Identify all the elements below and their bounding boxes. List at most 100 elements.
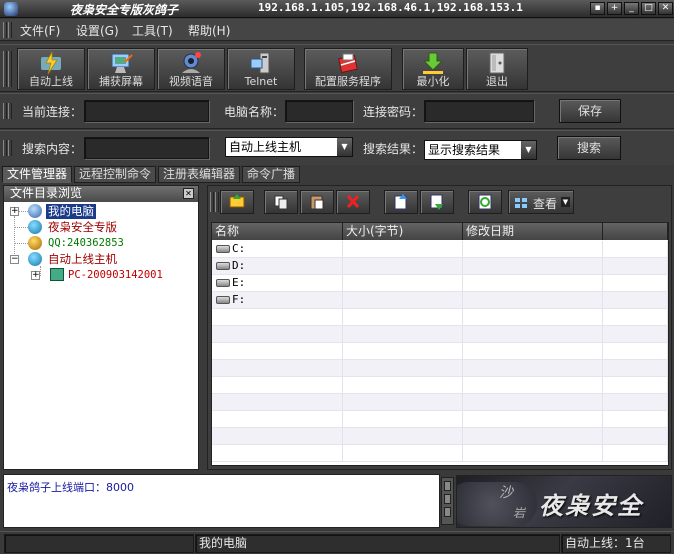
table-cell	[603, 411, 668, 428]
expand-toggle[interactable]: +	[10, 207, 19, 216]
window-menu-button[interactable]: ▪	[590, 2, 605, 15]
connection-grip	[3, 103, 7, 119]
search-scope-select[interactable]: 自动上线主机 ▼	[225, 137, 353, 157]
log-scrollbar[interactable]	[441, 477, 454, 525]
brand-logo: 沙 岩 夜枭安全	[456, 475, 672, 528]
pc-name-label: 电脑名称：	[224, 105, 285, 119]
globe-icon	[28, 252, 42, 266]
table-cell	[463, 326, 603, 343]
refresh-button[interactable]	[468, 190, 502, 214]
table-row[interactable]: D:	[212, 258, 668, 275]
tree-node-my-computer[interactable]: 我的电脑	[46, 204, 96, 219]
file-toolbar-grip	[210, 192, 214, 212]
table-row[interactable]	[212, 428, 668, 445]
table-cell	[603, 275, 668, 292]
chevron-down-icon[interactable]: ▼	[521, 141, 536, 159]
table-row[interactable]	[212, 377, 668, 394]
tab-command-broadcast[interactable]: 命令广播	[242, 166, 301, 183]
search-content-input[interactable]	[84, 137, 209, 159]
capture-screen-button[interactable]: 捕获屏幕	[87, 48, 155, 90]
menu-settings[interactable]: 设置(G)	[76, 22, 119, 39]
menu-tools[interactable]: 工具(T)	[132, 22, 173, 39]
menu-help[interactable]: 帮助(H)	[188, 22, 230, 39]
copy-button[interactable]	[264, 190, 298, 214]
table-cell	[212, 326, 343, 343]
search-result-select[interactable]: 显示搜索结果 ▼	[424, 140, 537, 160]
tab-registry-editor[interactable]: 注册表编辑器	[158, 166, 241, 183]
maximize-button[interactable]: □	[641, 2, 656, 15]
tree-node-pc[interactable]: PC-200903142001	[68, 268, 163, 283]
table-row[interactable]	[212, 360, 668, 377]
table-row[interactable]	[212, 309, 668, 326]
minimize-button[interactable]: _	[624, 2, 639, 15]
pc-name-field[interactable]	[285, 100, 353, 122]
table-row[interactable]: E:	[212, 275, 668, 292]
table-cell	[212, 343, 343, 360]
download-button[interactable]	[420, 190, 454, 214]
minimize-label: 最小化	[416, 75, 450, 88]
upload-button[interactable]	[384, 190, 418, 214]
delete-button[interactable]	[336, 190, 370, 214]
save-button[interactable]: 保存	[559, 99, 621, 123]
config-service-button[interactable]: 配置服务程序	[304, 48, 392, 90]
minimize-app-button[interactable]: 最小化	[402, 48, 464, 90]
search-bar: 搜索内容： 自动上线主机 ▼ 搜索结果： 显示搜索结果 ▼ 搜索	[0, 130, 674, 166]
table-cell	[343, 326, 463, 343]
up-folder-button[interactable]	[220, 190, 254, 214]
column-header-size[interactable]: 大小(字节)	[343, 223, 463, 240]
globe-icon	[28, 220, 42, 234]
table-cell	[343, 258, 463, 275]
view-menu-button[interactable]: 查看 ▼	[508, 190, 574, 214]
table-cell	[603, 258, 668, 275]
table-cell	[603, 326, 668, 343]
column-header-extra[interactable]	[603, 223, 668, 240]
chevron-down-icon[interactable]: ▼	[337, 138, 352, 156]
tree-node-qq[interactable]: QQ:240362853	[48, 236, 124, 251]
telnet-button[interactable]: Telnet	[227, 48, 295, 90]
table-row[interactable]	[212, 411, 668, 428]
status-bar: 我的电脑 自动上线：1台	[0, 531, 674, 554]
password-field[interactable]	[424, 100, 534, 122]
connection-grip-2	[8, 103, 12, 119]
close-button[interactable]: ✕	[658, 2, 673, 15]
tree-node-auto-online-hosts[interactable]: 自动上线主机	[48, 252, 117, 267]
table-cell	[603, 377, 668, 394]
exit-button[interactable]: 退出	[466, 48, 528, 90]
tree-line	[15, 243, 28, 244]
status-current-item: 我的电脑	[195, 534, 560, 553]
paste-button[interactable]	[300, 190, 334, 214]
main-toolbar: 自动上线 捕获屏幕 视频语音 Telnet 配置服务程序 最小化 退出	[0, 44, 674, 92]
collapse-toggle[interactable]: −	[10, 255, 19, 264]
table-cell	[343, 275, 463, 292]
column-header-name[interactable]: 名称	[212, 223, 343, 240]
close-icon[interactable]: ✕	[183, 188, 194, 199]
column-header-date[interactable]: 修改日期	[463, 223, 603, 240]
table-row[interactable]	[212, 343, 668, 360]
tab-file-manager[interactable]: 文件管理器	[2, 166, 73, 183]
menu-bar: 文件(F) 设置(G) 工具(T) 帮助(H)	[0, 19, 674, 41]
status-left	[4, 534, 194, 553]
table-row[interactable]	[212, 326, 668, 343]
current-connection-field[interactable]	[84, 100, 209, 122]
video-voice-button[interactable]: 视频语音	[157, 48, 225, 90]
table-row[interactable]: F:	[212, 292, 668, 309]
window-extra-button[interactable]: +	[607, 2, 622, 15]
paste-icon	[310, 195, 324, 210]
download-icon	[430, 194, 443, 210]
table-row[interactable]: C:	[212, 241, 668, 258]
table-cell	[463, 445, 603, 462]
title-bar[interactable]: 夜枭安全专版灰鸽子 192.168.1.105,192.168.46.1,192…	[0, 0, 674, 18]
search-button[interactable]: 搜索	[557, 136, 621, 160]
table-cell	[463, 343, 603, 360]
table-cell	[343, 394, 463, 411]
auto-online-button[interactable]: 自动上线	[17, 48, 85, 90]
table-row[interactable]	[212, 445, 668, 462]
view-label: 查看	[533, 197, 558, 211]
table-row[interactable]	[212, 394, 668, 411]
exit-label: 退出	[486, 75, 508, 88]
menu-file[interactable]: 文件(F)	[20, 22, 60, 39]
expand-toggle[interactable]: +	[31, 271, 40, 280]
tree-line	[40, 266, 41, 276]
tree-node-nightowl[interactable]: 夜枭安全专版	[48, 220, 117, 235]
tab-remote-control[interactable]: 远程控制命令	[74, 166, 157, 183]
